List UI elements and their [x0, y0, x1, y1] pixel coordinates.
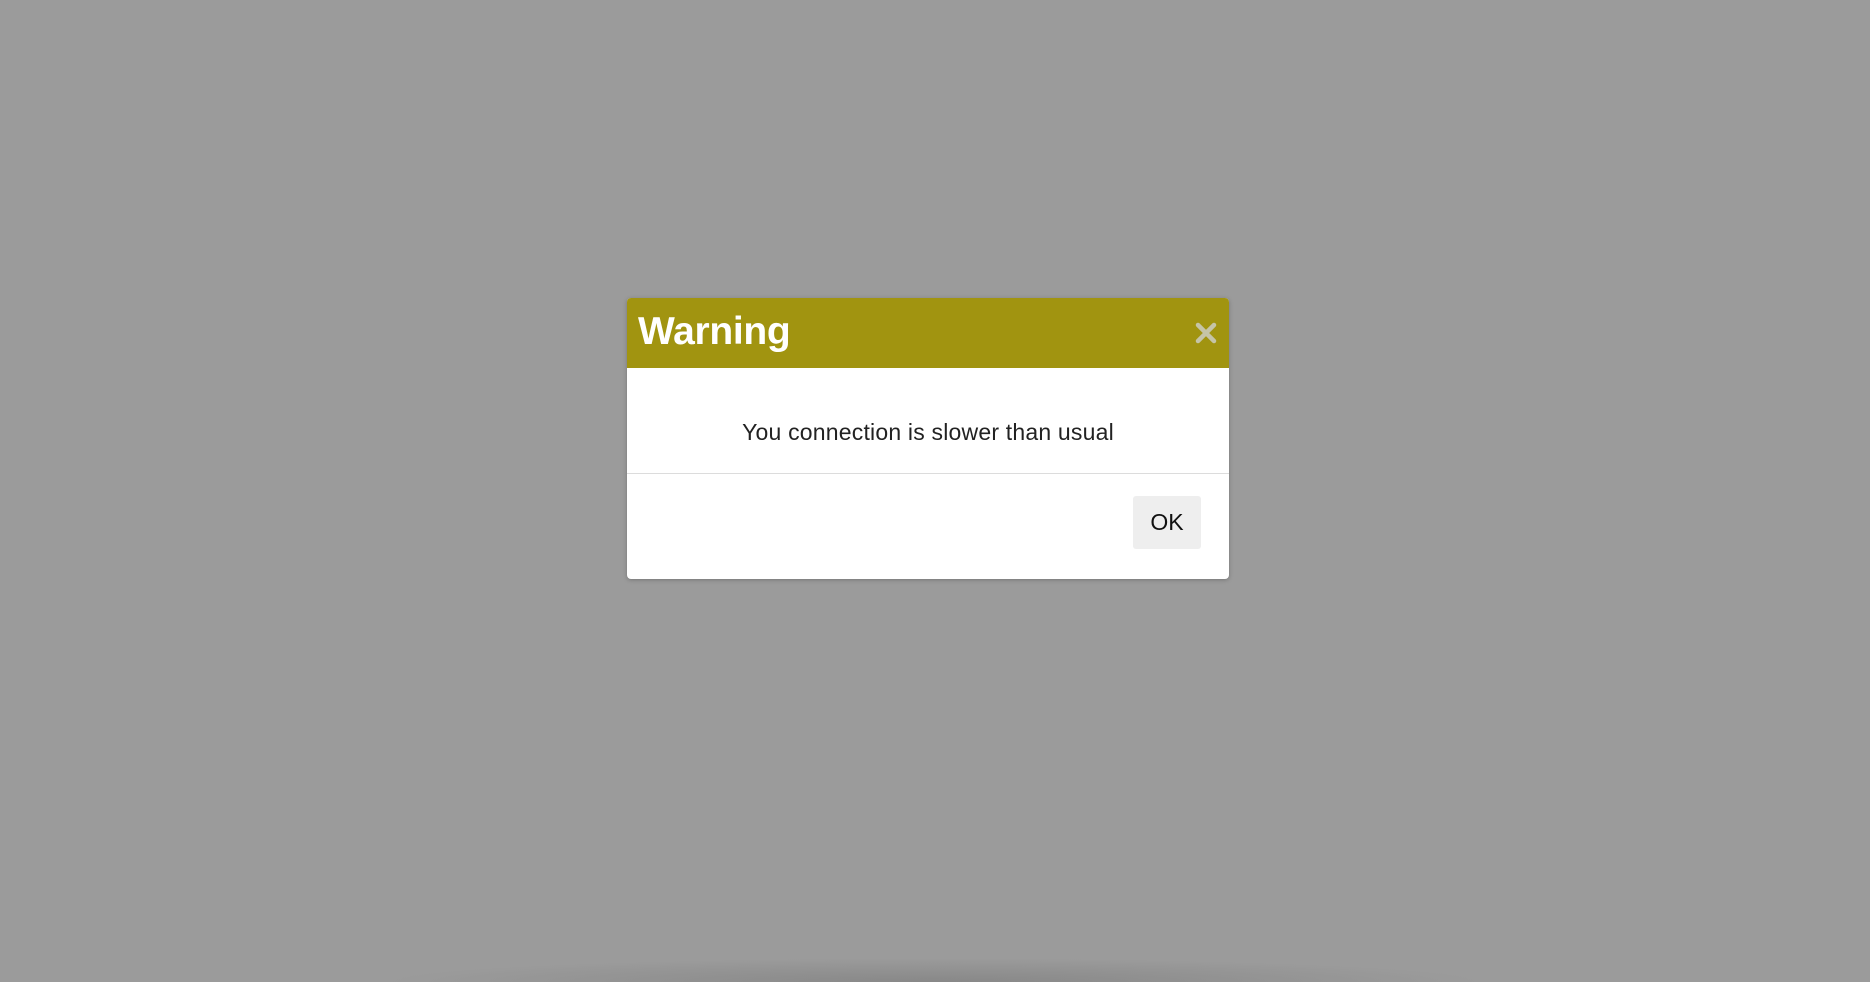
close-icon [1195, 322, 1217, 344]
warning-dialog: Warning You connection is slower than us… [627, 298, 1229, 579]
dialog-message: You connection is slower than usual [742, 419, 1114, 445]
dialog-footer: OK [627, 474, 1229, 579]
dialog-header: Warning [627, 298, 1229, 368]
dialog-body: You connection is slower than usual [627, 368, 1229, 473]
page-shadow [380, 958, 1490, 982]
ok-button[interactable]: OK [1133, 496, 1201, 549]
dialog-title: Warning [638, 310, 791, 353]
close-button[interactable] [1193, 320, 1219, 346]
